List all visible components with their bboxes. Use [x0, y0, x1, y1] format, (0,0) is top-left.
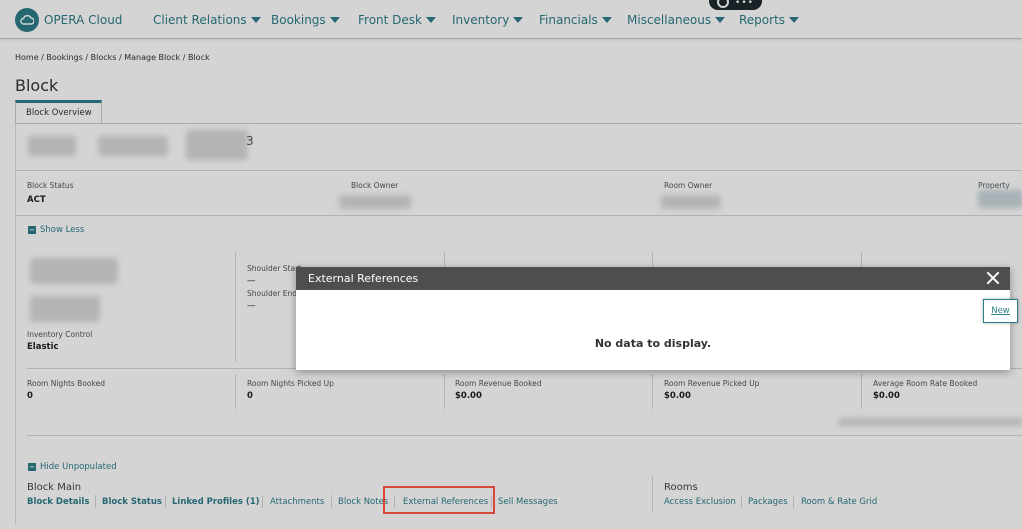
- dialog-header: External References: [296, 267, 1010, 290]
- external-references-dialog: External References No data to display.: [296, 267, 1010, 370]
- close-icon[interactable]: [986, 271, 1000, 285]
- empty-message: No data to display.: [594, 337, 712, 350]
- dialog-title: External References: [308, 272, 419, 285]
- new-button[interactable]: New: [983, 299, 1018, 323]
- highlight-box: [383, 486, 495, 514]
- modal-overlay: [0, 0, 1022, 529]
